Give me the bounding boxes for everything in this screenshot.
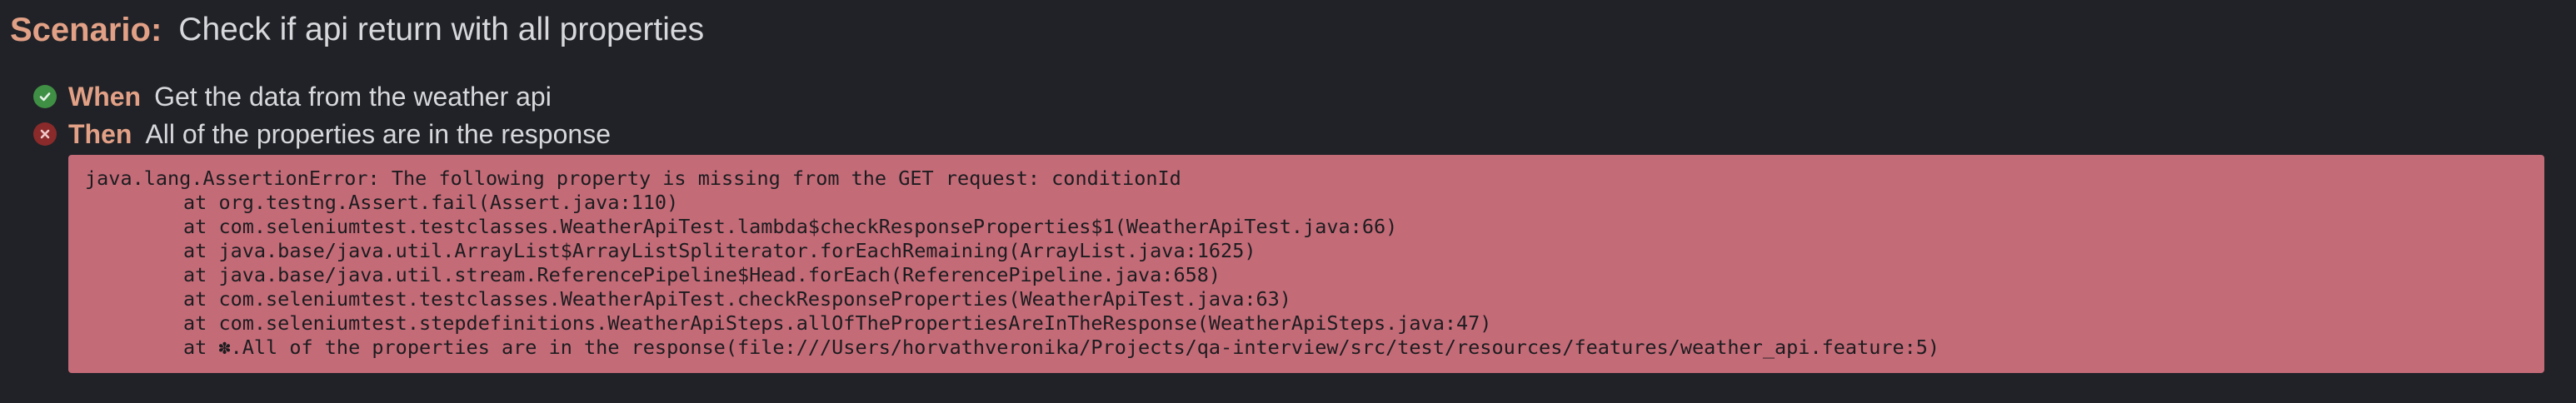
stack-frame: at java.base/java.util.ArrayList$ArrayLi…: [183, 239, 1256, 262]
stack-frame: at com.seleniumtest.testclasses.WeatherA…: [183, 287, 1291, 311]
scenario-title: Check if api return with all properties: [178, 12, 705, 47]
scenario-header: Scenario: Check if api return with all p…: [10, 7, 704, 53]
step-keyword: Then: [68, 118, 132, 149]
step-text: All of the properties are in the respons…: [145, 118, 611, 149]
step-then: Then All of the properties are in the re…: [33, 116, 611, 152]
step-when: When Get the data from the weather api: [33, 78, 552, 115]
stack-frame: at org.testng.Assert.fail(Assert.java:11…: [183, 191, 679, 214]
stack-frame: at com.seleniumtest.testclasses.WeatherA…: [183, 215, 1398, 238]
stack-frame: at com.seleniumtest.stepdefinitions.Weat…: [183, 311, 1492, 335]
scenario-keyword: Scenario:: [10, 11, 162, 48]
stack-frame-feature-link: at ✽.All of the properties are in the re…: [183, 336, 1940, 359]
cucumber-report-view: Scenario: Check if api return with all p…: [0, 0, 2576, 403]
x-circle-icon: [33, 122, 57, 146]
error-stacktrace-box: java.lang.AssertionError: The following …: [68, 155, 2544, 373]
step-text: Get the data from the weather api: [154, 81, 552, 112]
step-keyword: When: [68, 81, 142, 112]
stack-frame: at java.base/java.util.stream.ReferenceP…: [183, 263, 1221, 286]
error-message: java.lang.AssertionError: The following …: [85, 167, 1181, 190]
check-circle-icon: [33, 85, 57, 108]
